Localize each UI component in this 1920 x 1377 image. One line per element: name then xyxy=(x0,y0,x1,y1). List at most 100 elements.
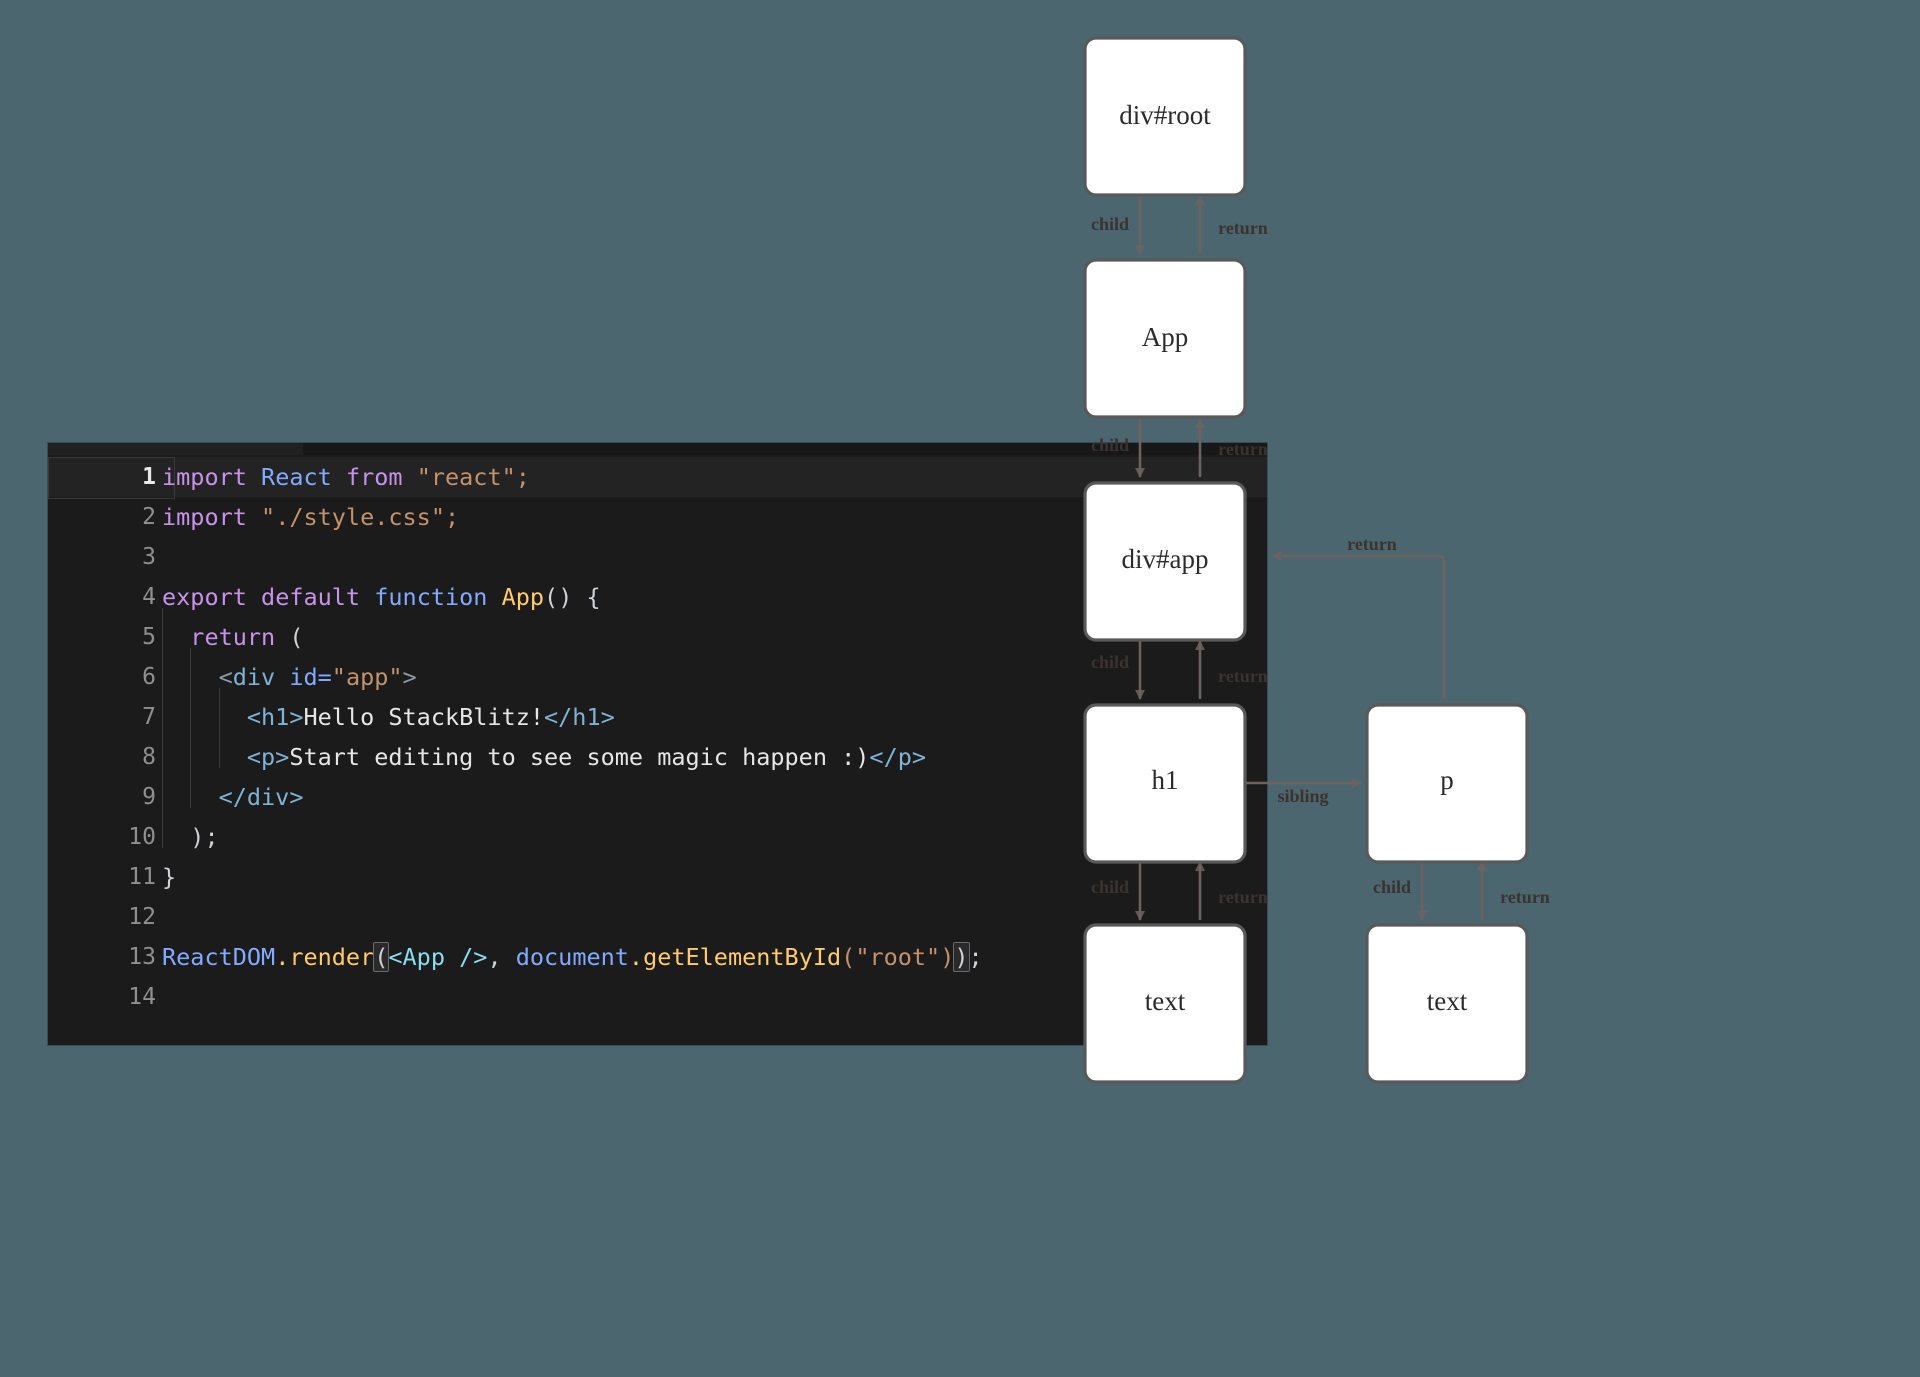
node-text-h1[interactable]: text xyxy=(1083,923,1247,1084)
token-p-close: </p> xyxy=(869,743,927,771)
token-render-method: .render xyxy=(275,943,375,971)
node-p[interactable]: p xyxy=(1365,703,1529,864)
token-from: from xyxy=(345,463,403,491)
line-number: 3 xyxy=(142,544,156,570)
edge-label-return: return xyxy=(1347,534,1397,554)
token-close-paren-semi: ); xyxy=(190,823,219,851)
token-matching-bracket-close: ) xyxy=(953,942,970,972)
indent-guide xyxy=(162,808,190,857)
node-label: h1 xyxy=(1152,765,1179,795)
indent-guide xyxy=(190,648,218,697)
token-close-brace: } xyxy=(162,863,177,891)
code-line-text: return ( xyxy=(156,608,304,657)
node-label: text xyxy=(1427,986,1468,1016)
edge-p-divapp-return xyxy=(1271,551,1446,699)
token-h1-close: </h1> xyxy=(544,703,615,731)
edge-label-child: child xyxy=(1373,877,1411,897)
token-default: default xyxy=(261,583,361,611)
indent-guide xyxy=(190,768,218,817)
line-number: 2 xyxy=(142,504,156,530)
edge-label-return: return xyxy=(1218,887,1268,907)
token-style-string: "./style.css"; xyxy=(261,503,460,531)
token-function: function xyxy=(374,583,488,611)
token-div-attr-value: "app" xyxy=(331,663,403,691)
code-line-text: <div id="app"> xyxy=(156,648,417,697)
token-h1-text: Hello StackBlitz! xyxy=(303,703,545,731)
code-line-text: <h1>Hello StackBlitz!</h1> xyxy=(156,688,615,737)
edge-label-return: return xyxy=(1218,666,1268,686)
token-root-string: "root" xyxy=(855,943,941,971)
token-import: import xyxy=(162,463,247,491)
node-div-app[interactable]: div#app xyxy=(1083,481,1247,642)
line-number: 11 xyxy=(128,864,156,890)
node-label: p xyxy=(1440,765,1454,795)
token-getelementbyid: .getElementById xyxy=(628,943,842,971)
node-label: div#app xyxy=(1122,544,1209,574)
token-lt: < xyxy=(218,663,233,691)
token-semicolon: ; xyxy=(968,943,983,971)
node-text-p[interactable]: text xyxy=(1365,923,1529,1084)
token-reactdom: ReactDOM xyxy=(162,943,276,971)
node-label: div#root xyxy=(1119,100,1211,130)
indent-guide xyxy=(162,608,190,657)
edge-label-return: return xyxy=(1218,218,1268,238)
node-div-root[interactable]: div#root xyxy=(1083,36,1247,197)
node-h1[interactable]: h1 xyxy=(1083,703,1247,864)
code-line-text: import "./style.css"; xyxy=(156,497,459,537)
indent-guide xyxy=(162,688,190,737)
indent-guide xyxy=(218,728,247,777)
code-line-text: <p>Start editing to see some magic happe… xyxy=(156,728,927,777)
code-line-text: </div> xyxy=(156,768,304,817)
edge-label-return: return xyxy=(1218,439,1268,459)
token-comma: , xyxy=(487,943,516,971)
indent-guide xyxy=(190,728,218,777)
token-paren-brace: () { xyxy=(544,583,601,611)
line-number: 1 xyxy=(48,457,156,497)
token-export: export xyxy=(162,583,247,611)
token-p-text: Start editing to see some magic happen :… xyxy=(289,743,870,771)
token-div-close: </div> xyxy=(218,783,304,811)
token-return: return xyxy=(190,623,276,651)
indent-guide xyxy=(162,648,190,697)
token-div-tag: div xyxy=(232,663,276,691)
editor-scroll-strip xyxy=(48,443,303,455)
indent-guide xyxy=(190,688,218,737)
token-jsx-app: <App /> xyxy=(388,943,488,971)
edge-label-child: child xyxy=(1091,435,1129,455)
token-div-attr: id= xyxy=(275,663,332,691)
token-react-string: "react"; xyxy=(416,463,530,491)
edge-label-child: child xyxy=(1091,214,1129,234)
token-p-open: <p> xyxy=(246,743,290,771)
token-react-ident: React xyxy=(261,463,332,491)
line-number: 14 xyxy=(128,984,156,1010)
code-line-text: import React from "react"; xyxy=(156,457,530,497)
line-number: 7 xyxy=(142,704,156,730)
node-label: App xyxy=(1142,322,1189,352)
line-number: 6 xyxy=(142,664,156,690)
line-number: 8 xyxy=(142,744,156,770)
indent-guide xyxy=(218,688,247,737)
edge-label-child: child xyxy=(1091,652,1129,672)
line-number: 12 xyxy=(128,904,156,930)
code-line-text: ReactDOM.render ( <App />, document.getEle… xyxy=(156,937,983,977)
edge-label-return: return xyxy=(1500,887,1550,907)
line-number: 9 xyxy=(142,784,156,810)
token-lparen2: ( xyxy=(841,943,856,971)
line-number: 4 xyxy=(142,584,156,610)
node-app[interactable]: App xyxy=(1083,258,1247,419)
indent-guide xyxy=(162,728,190,777)
token-document: document xyxy=(515,943,629,971)
node-label: text xyxy=(1145,986,1186,1016)
token-import: import xyxy=(162,503,247,531)
token-rparen2: ) xyxy=(940,943,955,971)
token-gt: > xyxy=(402,663,417,691)
edge-label-sibling: sibling xyxy=(1277,786,1328,806)
token-h1-open: <h1> xyxy=(246,703,304,731)
code-line-text: ); xyxy=(156,808,219,857)
